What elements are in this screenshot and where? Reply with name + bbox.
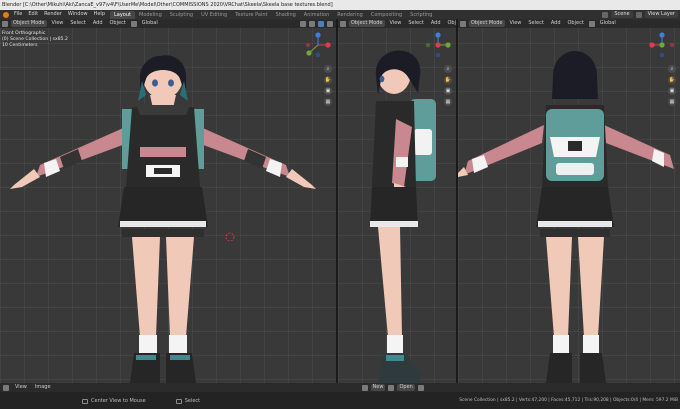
add-menu[interactable]: Add bbox=[91, 20, 105, 27]
view-menu[interactable]: View bbox=[508, 20, 524, 27]
tab-compositing[interactable]: Compositing bbox=[367, 11, 406, 19]
add-menu[interactable]: Add bbox=[549, 20, 563, 27]
tab-texture-paint[interactable]: Texture Paint bbox=[231, 11, 271, 19]
character-model-front[interactable] bbox=[0, 37, 336, 383]
character-model-side[interactable] bbox=[338, 37, 456, 383]
overlay-icon[interactable] bbox=[309, 20, 315, 27]
select-menu[interactable]: Select bbox=[406, 20, 425, 27]
viewport-header: Object Mode View Select Add Object bbox=[338, 19, 456, 28]
menu-window[interactable]: Window bbox=[65, 10, 91, 19]
mouse-icon bbox=[82, 398, 88, 404]
main-menu: File Edit Render Window Help bbox=[0, 10, 108, 19]
shading-material-icon[interactable] bbox=[327, 20, 333, 27]
tab-layout[interactable]: Layout bbox=[110, 10, 135, 19]
new-image-button[interactable]: New bbox=[370, 384, 386, 391]
orientation-dropdown[interactable]: Global bbox=[598, 20, 618, 27]
tab-rendering[interactable]: Rendering bbox=[333, 11, 367, 19]
mouse-icon bbox=[175, 398, 182, 404]
editor-type-icon[interactable] bbox=[3, 384, 9, 391]
character-model-back[interactable] bbox=[458, 37, 680, 383]
select-menu[interactable]: Select bbox=[526, 20, 545, 27]
shading-solid-icon[interactable] bbox=[318, 20, 324, 27]
pin-icon[interactable] bbox=[417, 384, 424, 391]
tab-uv-editing[interactable]: UV Editing bbox=[197, 11, 231, 19]
orientation-dropdown[interactable]: Global bbox=[140, 20, 160, 27]
open-image-button[interactable]: Open bbox=[397, 384, 415, 391]
editor-type-icon[interactable] bbox=[460, 20, 466, 27]
view-menu[interactable]: View bbox=[50, 20, 66, 27]
viewport-back[interactable]: Object Mode View Select Add Object Globa… bbox=[458, 19, 680, 383]
object-menu[interactable]: Object bbox=[446, 20, 457, 27]
hint-select-label: Select bbox=[184, 398, 201, 404]
snap-icon[interactable] bbox=[300, 20, 306, 27]
hint-center-view-label: Center View to Mouse bbox=[91, 398, 146, 404]
transform-orientation-icon bbox=[130, 20, 137, 27]
mode-dropdown[interactable]: Object Mode bbox=[469, 20, 505, 27]
mode-dropdown[interactable]: Object Mode bbox=[11, 20, 47, 27]
tab-scripting[interactable]: Scripting bbox=[406, 11, 436, 19]
object-menu[interactable]: Object bbox=[566, 20, 586, 27]
menu-help[interactable]: Help bbox=[91, 10, 108, 19]
tab-modeling[interactable]: Modeling bbox=[135, 11, 166, 19]
image-browse-icon[interactable] bbox=[361, 384, 368, 391]
tab-animation[interactable]: Animation bbox=[300, 11, 334, 19]
menu-edit[interactable]: Edit bbox=[25, 10, 41, 19]
hint-select: Select bbox=[175, 398, 201, 404]
scene-selector-area: Scene View Layer bbox=[602, 10, 680, 19]
scene-statistics: Scene Collection | sx85.2 | Verts:47,200… bbox=[459, 398, 678, 403]
transform-orientation-icon bbox=[588, 20, 595, 27]
editor-type-icon[interactable] bbox=[340, 20, 346, 27]
image-menu[interactable]: Image bbox=[33, 384, 53, 391]
menu-render[interactable]: Render bbox=[41, 10, 65, 19]
workspace-tabs: Layout Modeling Sculpting UV Editing Tex… bbox=[110, 10, 436, 19]
folder-icon bbox=[388, 384, 395, 391]
tab-sculpting[interactable]: Sculpting bbox=[166, 11, 197, 19]
view-layer-icon bbox=[635, 11, 642, 18]
blender-logo-icon[interactable] bbox=[3, 11, 9, 18]
viewport-front[interactable]: Object Mode View Select Add Object Globa… bbox=[0, 19, 336, 383]
status-bar: Center View to Mouse Select Scene Collec… bbox=[0, 392, 680, 409]
image-actions: New Open bbox=[361, 384, 424, 391]
hint-center-view: Center View to Mouse bbox=[82, 398, 146, 404]
select-menu[interactable]: Select bbox=[68, 20, 87, 27]
status-hints: Center View to Mouse Select bbox=[82, 398, 200, 404]
viewport-side[interactable]: Object Mode View Select Add Object ⌕ ✋ ▣… bbox=[338, 19, 456, 383]
window-title: Blender [C:\Other\Mikuhi\Aki\ZancaE_v97\… bbox=[0, 0, 680, 10]
viewport-header: Object Mode View Select Add Object Globa… bbox=[458, 19, 680, 28]
editor-type-icon[interactable] bbox=[2, 20, 8, 27]
image-editor-header: View Image New Open bbox=[0, 383, 680, 392]
view-menu[interactable]: View bbox=[13, 384, 29, 391]
mode-dropdown[interactable]: Object Mode bbox=[349, 20, 385, 27]
tab-shading[interactable]: Shading bbox=[271, 11, 299, 19]
top-bar: File Edit Render Window Help Layout Mode… bbox=[0, 10, 680, 19]
view-layer-selector[interactable]: View Layer bbox=[644, 11, 678, 18]
scene-icon bbox=[602, 11, 609, 18]
menu-file[interactable]: File bbox=[11, 10, 25, 19]
scene-selector[interactable]: Scene bbox=[611, 11, 633, 18]
object-menu[interactable]: Object bbox=[108, 20, 128, 27]
view-menu[interactable]: View bbox=[388, 20, 404, 27]
viewport-header: Object Mode View Select Add Object Globa… bbox=[0, 19, 336, 28]
add-menu[interactable]: Add bbox=[429, 20, 443, 27]
